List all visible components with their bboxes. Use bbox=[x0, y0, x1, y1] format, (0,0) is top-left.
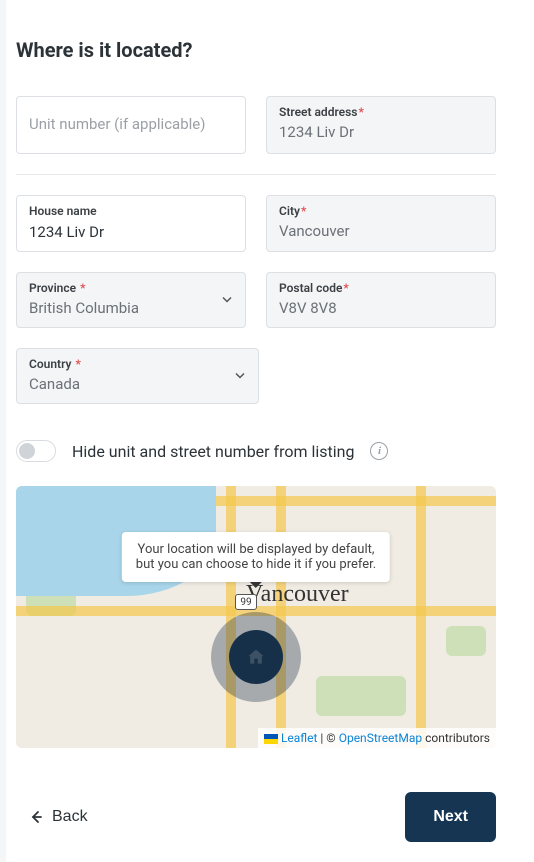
osm-link[interactable]: OpenStreetMap bbox=[339, 731, 422, 745]
highway-badge: 99 bbox=[235, 594, 257, 610]
hide-address-toggle[interactable] bbox=[16, 440, 56, 462]
city-field[interactable]: City* Vancouver bbox=[266, 195, 496, 252]
arrow-left-icon bbox=[28, 809, 44, 825]
unit-number-input[interactable] bbox=[29, 115, 233, 133]
province-value: British Columbia bbox=[29, 299, 233, 317]
province-field[interactable]: Province * British Columbia bbox=[16, 272, 246, 328]
street-address-field[interactable]: Street address* 1234 Liv Dr bbox=[266, 96, 496, 154]
divider bbox=[16, 174, 496, 175]
info-icon[interactable]: i bbox=[370, 442, 388, 460]
page-title: Where is it located? bbox=[16, 38, 496, 62]
city-label: City* bbox=[279, 204, 483, 218]
hide-address-toggle-label: Hide unit and street number from listing bbox=[72, 442, 354, 461]
home-icon bbox=[246, 647, 266, 667]
city-value: Vancouver bbox=[279, 222, 483, 240]
back-button[interactable]: Back bbox=[16, 804, 100, 830]
country-label: Country * bbox=[29, 357, 246, 371]
street-address-label: Street address* bbox=[279, 105, 483, 119]
house-name-label: House name bbox=[29, 204, 233, 218]
postal-code-field[interactable]: Postal code* V8V 8V8 bbox=[266, 272, 496, 328]
next-button[interactable]: Next bbox=[405, 792, 496, 842]
house-name-input[interactable] bbox=[29, 223, 233, 241]
postal-code-value: V8V 8V8 bbox=[279, 299, 483, 317]
street-address-value: 1234 Liv Dr bbox=[279, 123, 483, 141]
location-map[interactable]: 99 Vancouver Your location will be displ… bbox=[16, 486, 496, 748]
unit-number-field[interactable] bbox=[16, 96, 246, 154]
country-field[interactable]: Country * Canada bbox=[16, 348, 259, 404]
country-value: Canada bbox=[29, 375, 246, 393]
leaflet-link[interactable]: Leaflet bbox=[281, 731, 317, 745]
back-button-label: Back bbox=[52, 808, 88, 826]
postal-code-label: Postal code* bbox=[279, 281, 483, 295]
ukraine-flag-icon bbox=[264, 734, 278, 744]
map-tooltip: Your location will be displayed by defau… bbox=[122, 532, 390, 582]
house-name-field[interactable]: House name bbox=[16, 195, 246, 252]
map-attribution: Leaflet | © OpenStreetMap contributors bbox=[258, 728, 496, 748]
province-label: Province * bbox=[29, 281, 233, 295]
map-location-pin[interactable] bbox=[211, 612, 301, 702]
